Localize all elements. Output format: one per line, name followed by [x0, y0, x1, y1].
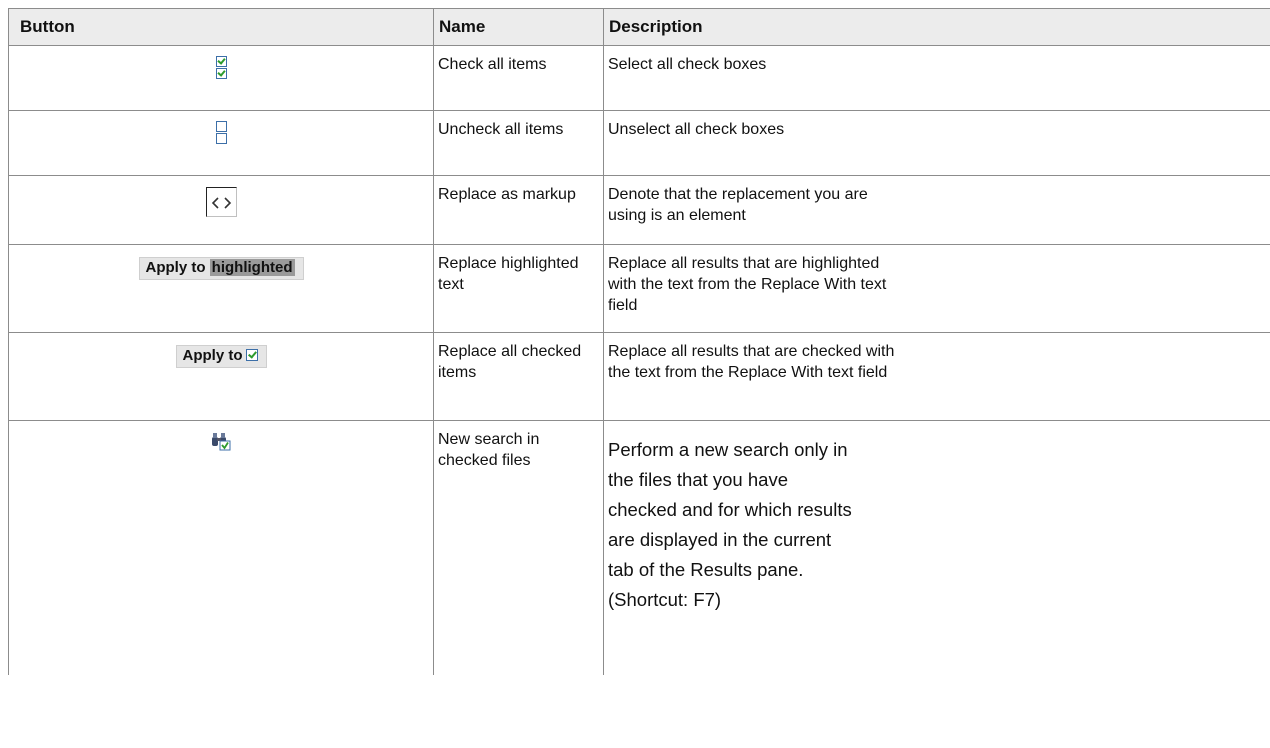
binoculars-check-icon[interactable] [211, 432, 231, 456]
name-cell: Replace all checked items [433, 332, 604, 421]
description-text: Replace all results that are highlighted… [608, 255, 887, 314]
checkbox-checked-icon [245, 349, 258, 361]
header-description: Description [603, 8, 1270, 46]
buttons-table: Button Name Description Check all items … [8, 8, 1270, 675]
apply-to-highlighted-button[interactable]: Apply to highlighted [138, 257, 304, 280]
description-cell: Unselect all check boxes [603, 110, 1270, 176]
name-cell: Check all items [433, 45, 604, 111]
check-all-icon[interactable] [215, 56, 227, 80]
button-cell [8, 110, 434, 176]
description-text: Select all check boxes [608, 56, 767, 73]
description-text: Unselect all check boxes [608, 121, 785, 138]
description-cell: Denote that the replacement you are usin… [603, 175, 1270, 245]
header-button: Button [8, 8, 434, 46]
button-cell: Apply to highlighted [8, 244, 434, 333]
table-row: Uncheck all items Unselect all check box… [8, 110, 1270, 176]
description-cell: Perform a new search only in the files t… [603, 420, 1270, 675]
description-cell: Replace all results that are checked wit… [603, 332, 1270, 421]
button-cell: Apply to [8, 332, 434, 421]
table-row: New search in checked files Perform a ne… [8, 420, 1270, 675]
table-row: Apply to Replace all checked items Repla… [8, 332, 1270, 421]
button-cell [8, 45, 434, 111]
description-text: Replace all results that are checked wit… [608, 343, 895, 381]
name-cell: New search in checked files [433, 420, 604, 675]
apply-to-label: Apply to [182, 347, 243, 364]
button-cell [8, 175, 434, 245]
table-row: Apply to highlighted Replace highlighted… [8, 244, 1270, 333]
description-text: Denote that the replacement you are usin… [608, 186, 868, 224]
uncheck-all-icon[interactable] [215, 121, 227, 145]
name-cell: Uncheck all items [433, 110, 604, 176]
table-row: Check all items Select all check boxes [8, 45, 1270, 111]
button-cell [8, 420, 434, 675]
description-text: Perform a new search only in the files t… [608, 439, 852, 610]
apply-to-label: Apply to [145, 259, 206, 276]
header-name: Name [433, 8, 604, 46]
markup-brackets-icon[interactable] [205, 187, 237, 217]
name-cell: Replace as markup [433, 175, 604, 245]
header-row: Button Name Description [8, 8, 1270, 46]
description-cell: Select all check boxes [603, 45, 1270, 111]
name-cell: Replace highlighted text [433, 244, 604, 333]
description-cell: Replace all results that are highlighted… [603, 244, 1270, 333]
highlighted-label: highlighted [209, 259, 295, 276]
apply-to-checked-button[interactable]: Apply to [175, 345, 267, 368]
table-row: Replace as markup Denote that the replac… [8, 175, 1270, 245]
